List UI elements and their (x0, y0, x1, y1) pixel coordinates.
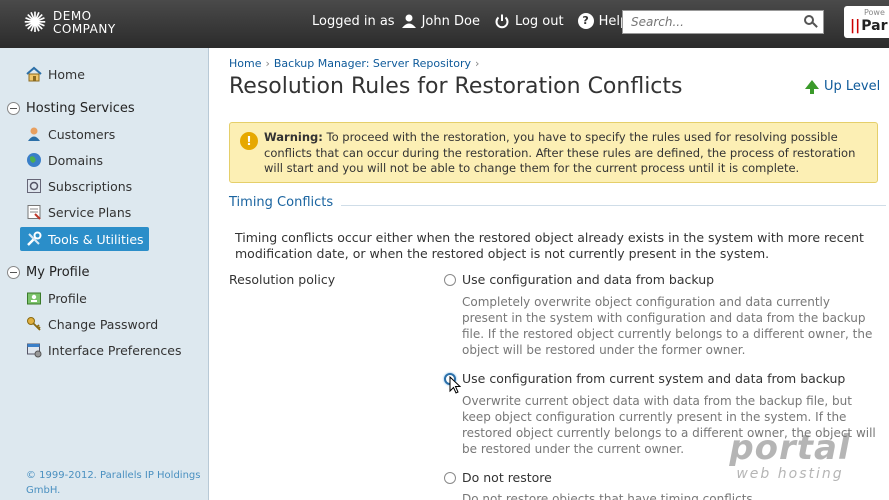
collapse-icon (7, 102, 20, 115)
sidebar-item-interface-preferences[interactable]: Interface Preferences (26, 342, 181, 358)
watermark-line-2: web hosting (736, 466, 844, 482)
logged-in-label: Logged in as (312, 13, 395, 29)
group-label: My Profile (26, 265, 90, 280)
section-intro: Timing conflicts occur either when the r… (235, 230, 864, 261)
user-icon (401, 13, 417, 29)
sidebar-item-label: Change Password (48, 316, 159, 332)
sidebar-item-home[interactable]: Home (26, 66, 85, 82)
logout-link[interactable]: Log out (494, 13, 564, 29)
top-header: ✺ DEMO COMPANY Logged in as John Doe Log… (0, 0, 889, 48)
sidebar-item-label: Profile (48, 290, 87, 306)
help-icon: ? (577, 13, 594, 29)
sidebar-item-change-password[interactable]: Change Password (26, 316, 158, 332)
sidebar-item-domains[interactable]: Domains (26, 152, 103, 168)
radio-do-not-restore[interactable] (444, 471, 456, 484)
breadcrumb-separator: › (475, 57, 480, 70)
sidebar-item-tools-utilities[interactable]: Tools & Utilities (20, 227, 149, 251)
breadcrumb-home[interactable]: Home (229, 57, 261, 70)
option-label: Do not restore (462, 470, 552, 485)
search-box (622, 10, 824, 34)
search-icon[interactable] (804, 15, 814, 25)
profile-card-icon (26, 290, 42, 306)
user-area: Logged in as John Doe Log out ? Help (312, 13, 642, 29)
user-name-link[interactable]: John Doe (422, 14, 480, 29)
collapse-icon (7, 266, 20, 279)
logged-in-info: Logged in as John Doe (312, 13, 480, 29)
breadcrumb: Home › Backup Manager: Server Repository › (229, 57, 483, 70)
sidebar-group-hosting[interactable]: Hosting Services (7, 101, 135, 116)
option-description: Completely overwrite object configuratio… (462, 295, 873, 357)
sidebar-item-label: Customers (48, 126, 116, 142)
resolution-policy-label: Resolution policy (229, 272, 336, 287)
sidebar-item-label: Domains (48, 152, 104, 168)
portal-watermark: portal web hosting (710, 430, 870, 482)
up-level-link[interactable]: Up Level (805, 79, 880, 94)
sidebar-item-label: Service Plans (48, 204, 132, 220)
brand-big-text: Par (850, 18, 887, 34)
service-plan-icon (26, 204, 42, 220)
globe-icon (26, 152, 42, 168)
option-current-config-backup-data[interactable]: Use configuration from current system an… (444, 371, 845, 386)
tools-icon (26, 231, 42, 247)
option-label: Use configuration and data from backup (462, 272, 715, 287)
radio-backup-config-data[interactable] (444, 273, 456, 286)
up-arrow-icon (805, 80, 819, 94)
sidebar: Home Hosting Services Customers Domains … (0, 48, 209, 500)
company-logo[interactable]: ✺ DEMO COMPANY (20, 8, 116, 38)
preferences-icon (26, 342, 42, 358)
sidebar-group-profile[interactable]: My Profile (7, 265, 89, 280)
sidebar-item-label: Tools & Utilities (48, 231, 144, 247)
brand-small-text: Powe (864, 8, 885, 17)
watermark-line-1: portal (729, 428, 851, 468)
copyright-text[interactable]: © 1999-2012. Parallels IP Holdings GmbH. (26, 468, 206, 498)
sidebar-item-label: Interface Preferences (48, 342, 182, 358)
group-label: Hosting Services (26, 101, 135, 116)
sidebar-item-subscriptions[interactable]: Subscriptions (26, 178, 132, 194)
option-description: Do not restore objects that have timing … (462, 492, 753, 500)
sidebar-item-service-plans[interactable]: Service Plans (26, 204, 131, 220)
up-level-label: Up Level (824, 79, 881, 94)
sidebar-item-label: Subscriptions (48, 178, 133, 194)
option-do-not-restore[interactable]: Do not restore (444, 470, 552, 485)
parallels-brand[interactable]: Powe Par (844, 6, 889, 38)
logo-star-icon: ✺ (23, 6, 47, 39)
breadcrumb-backup-manager[interactable]: Backup Manager: Server Repository (274, 57, 471, 70)
help-link[interactable]: ? Help (577, 13, 628, 29)
house-icon (26, 66, 42, 82)
warning-text: Warning: To proceed with the restoration… (264, 130, 869, 177)
warning-label: Warning: (264, 130, 323, 144)
section-divider (341, 205, 886, 206)
sidebar-item-customers[interactable]: Customers (26, 126, 115, 142)
option-backup-config-data[interactable]: Use configuration and data from backup (444, 272, 714, 287)
section-title-timing-conflicts: Timing Conflicts (229, 195, 334, 210)
logout-label: Log out (514, 13, 564, 29)
option-label: Use configuration from current system an… (462, 371, 846, 386)
page-title: Resolution Rules for Restoration Conflic… (229, 74, 683, 99)
warning-box: ! Warning: To proceed with the restorati… (229, 122, 878, 183)
logo-line-2: COMPANY (53, 22, 116, 36)
power-icon (494, 13, 510, 29)
subscription-icon (26, 178, 42, 194)
warning-icon: ! (240, 132, 258, 150)
breadcrumb-separator: › (265, 57, 270, 70)
sidebar-item-label: Home (48, 66, 85, 82)
sidebar-item-profile[interactable]: Profile (26, 290, 87, 306)
customer-icon (26, 126, 42, 142)
warning-message: To proceed with the restoration, you hav… (264, 130, 856, 175)
key-icon (26, 316, 42, 332)
search-input[interactable] (623, 11, 793, 33)
